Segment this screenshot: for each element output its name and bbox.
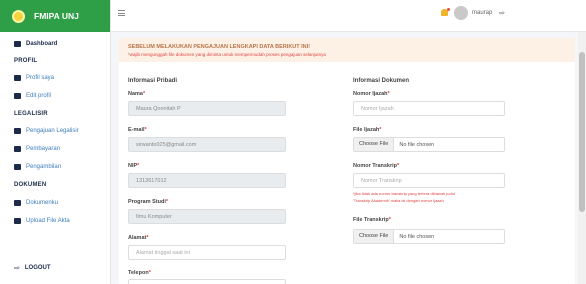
brand-name: FMIPA UNJ [34, 11, 79, 21]
alamat-label: Alamat* [128, 235, 149, 241]
notification-dot [447, 8, 450, 11]
money-icon [14, 146, 21, 152]
transkrip-label: Nomor Transkrip* [353, 163, 400, 169]
section-legalisir: LEGALISIR [14, 111, 48, 117]
file-ijazah-input[interactable]: Choose File No file chosen [353, 137, 505, 152]
nama-field[interactable]: Maura Qoonitah P [128, 101, 286, 116]
choose-file-button[interactable]: Choose File [354, 138, 395, 151]
logout-icon: ⇨ [14, 265, 20, 272]
nama-label: Nama* [128, 91, 146, 97]
transkrip-note-1: *jika tidak ada nomor transkrip yang ter… [353, 191, 455, 196]
nip-field[interactable]: 1313617012 [128, 173, 286, 188]
file-ijazah-label: File Ijazah* [353, 127, 382, 133]
email-label: E-mail* [128, 127, 147, 133]
transkrip-field[interactable]: Nomor Transkrip [353, 173, 505, 188]
file-transkrip-label: File Transkrip* [353, 217, 391, 223]
sidebar-item-pengajuan-legalisir[interactable]: Pengajuan Legalisir [14, 128, 79, 134]
sidebar-item-upload-file-akta[interactable]: Upload File Akta [14, 218, 70, 224]
edit-icon [14, 128, 21, 134]
prodi-label: Program Studi* [128, 199, 169, 205]
email-field[interactable]: sirwanto025@gmail.com [128, 137, 286, 152]
section-title-pribadi: Informasi Pribadi [128, 78, 178, 84]
brand[interactable]: FMIPA UNJ [0, 0, 110, 32]
file-transkrip-input[interactable]: Choose File No file chosen [353, 229, 505, 244]
topbar-logout-icon[interactable]: ⇨ [499, 9, 505, 17]
sidebar-item-profil-saya[interactable]: Profil saya [14, 75, 54, 81]
menu-toggle-icon[interactable] [118, 10, 125, 16]
telepon-label: Telepon* [128, 270, 151, 276]
choose-file-button[interactable]: Choose File [354, 230, 395, 243]
brand-logo-icon [12, 9, 25, 23]
folder-icon [14, 200, 21, 206]
sidebar-item-edit-profil[interactable]: Edit profil [14, 93, 51, 99]
username[interactable]: maurap [472, 10, 492, 16]
nip-label: NIP* [128, 163, 140, 169]
topbar: maurap ⇨ [111, 0, 586, 32]
truck-icon [14, 164, 21, 170]
alert-box: SEBELUM MELAKUKAN PENGAJUAN LENGKAPI DAT… [119, 38, 575, 62]
alert-subtitle: *wajib mengunggah file dokumen yang dimi… [128, 52, 326, 57]
scrollbar-thumb[interactable] [579, 52, 585, 212]
prodi-field[interactable]: Ilmu Komputer [128, 209, 286, 224]
sidebar-item-dashboard[interactable]: Dashboard [14, 41, 57, 47]
form-panel: SEBELUM MELAKUKAN PENGAJUAN LENGKAPI DAT… [119, 38, 575, 284]
ijazah-field[interactable]: Nomor Ijazah [353, 101, 505, 116]
file-upload-icon [14, 218, 21, 224]
sidebar-item-dokumenku[interactable]: Dokumenku [14, 200, 58, 206]
logout-button[interactable]: ⇨ LOGOUT [14, 264, 51, 272]
file-status: No file chosen [399, 233, 435, 240]
alert-title: SEBELUM MELAKUKAN PENGAJUAN LENGKAPI DAT… [128, 44, 311, 50]
dashboard-icon [14, 41, 21, 47]
sidebar-item-pengambilan[interactable]: Pengambilan [14, 164, 61, 170]
section-dokumen: DOKUMEN [14, 182, 47, 188]
file-status: No file chosen [399, 141, 435, 148]
ijazah-label: Nomor Ijazah* [353, 91, 390, 97]
section-profil: PROFIL [14, 58, 38, 64]
section-title-dokumen: Informasi Dokumen [353, 78, 410, 84]
avatar[interactable] [454, 6, 468, 20]
transkrip-note-2: 'Transkrip Akademik' maka isi dengan nom… [353, 198, 444, 203]
user-edit-icon [14, 93, 21, 99]
user-icon [14, 75, 21, 81]
telepon-field[interactable] [128, 279, 286, 284]
sidebar-item-pembayaran[interactable]: Pembayaran [14, 146, 60, 152]
sidebar: FMIPA UNJ Dashboard PROFIL Profil saya E… [0, 0, 111, 284]
alamat-field[interactable]: Alamat tinggal saat ini [128, 245, 286, 260]
